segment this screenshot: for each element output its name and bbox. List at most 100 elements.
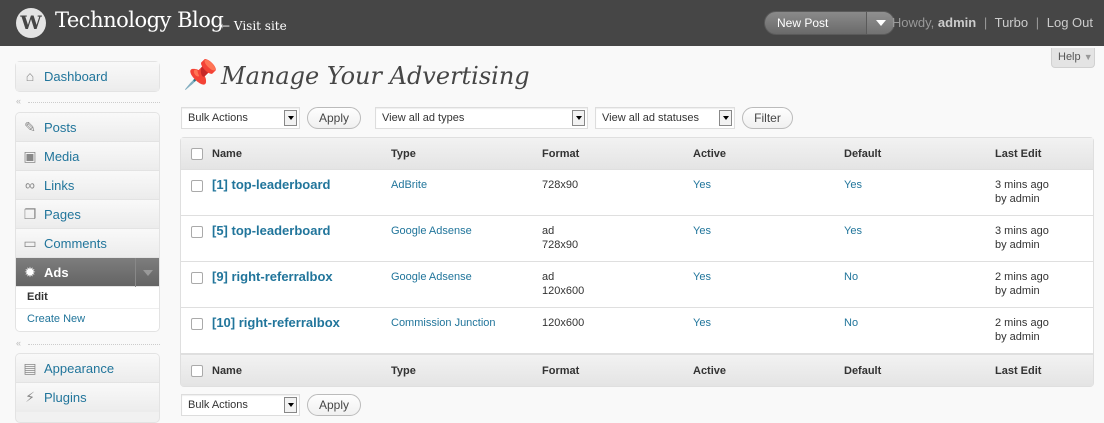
default-toggle-link[interactable]: No: [844, 316, 858, 330]
format-line: 728x90: [542, 239, 579, 251]
last-edit-author: by admin: [995, 285, 1040, 297]
appearance-menu: ▤ Appearance ⚡ Plugins: [15, 353, 160, 423]
active-toggle-link[interactable]: Yes: [693, 224, 711, 238]
ad-type-link[interactable]: Commission Junction: [391, 316, 496, 330]
select-all-checkbox[interactable]: [191, 148, 203, 160]
howdy-text: Howdy,: [891, 15, 935, 30]
table-row: [10] right-referralbox Commission Juncti…: [181, 308, 1093, 354]
last-edit-time: 3 mins ago: [995, 225, 1049, 237]
active-toggle-link[interactable]: Yes: [693, 270, 711, 284]
sidebar-item-dashboard[interactable]: ⌂ Dashboard: [16, 62, 159, 91]
page-title: Manage Your Advertising: [221, 62, 530, 90]
chevron-down-icon: [719, 110, 732, 126]
separator: |: [1035, 15, 1040, 30]
home-icon: ⌂: [25, 68, 35, 84]
column-header-name[interactable]: Name: [212, 147, 242, 161]
sidebar-item-posts[interactable]: ✎ Posts: [16, 113, 159, 142]
column-header-name[interactable]: Name: [212, 364, 242, 378]
column-header-format: Format: [542, 148, 580, 160]
format-line: 728x90: [542, 179, 579, 191]
ad-name-link[interactable]: [5] top-leaderboard: [212, 224, 330, 238]
chevron-down-icon: [876, 20, 886, 26]
row-checkbox[interactable]: [191, 272, 203, 284]
last-edit-time: 2 mins ago: [995, 271, 1049, 283]
sidebar-item-ads[interactable]: ✹ Ads: [16, 258, 159, 287]
sidebar-item-label: Posts: [44, 120, 77, 135]
wordpress-logo-icon[interactable]: W: [16, 8, 46, 38]
ad-name-link[interactable]: [1] top-leaderboard: [212, 178, 330, 192]
sidebar-item-appearance[interactable]: ▤ Appearance: [16, 354, 159, 383]
sidebar-item-media[interactable]: ▣ Media: [16, 142, 159, 171]
collapse-menu-icon[interactable]: «: [16, 96, 21, 106]
menu-separator: [28, 102, 160, 103]
column-header-default: Default: [844, 365, 882, 377]
collapse-menu-icon[interactable]: «: [16, 338, 21, 348]
sidebar-item-links[interactable]: ∞ Links: [16, 171, 159, 200]
column-header-type: Type: [391, 148, 416, 160]
ads-submenu: Edit Create New: [16, 287, 159, 331]
table-row: [9] right-referralbox Google Adsense ad 1…: [181, 262, 1093, 308]
turbo-link[interactable]: Turbo: [995, 15, 1028, 30]
favorite-actions-dropdown[interactable]: New Post: [764, 11, 895, 35]
submenu-item-edit[interactable]: Edit: [16, 287, 159, 309]
chevron-down-icon: [143, 270, 153, 276]
gear-icon: ✹: [24, 264, 36, 280]
pushpin-icon: 📌: [183, 59, 218, 90]
menu-separator: [28, 344, 160, 345]
plugin-icon: ⚡: [25, 389, 35, 405]
select-value: View all ad statuses: [602, 112, 700, 124]
last-edit-time: 3 mins ago: [995, 179, 1049, 191]
select-value: View all ad types: [382, 112, 465, 124]
help-tab[interactable]: Help ▼: [1051, 48, 1095, 68]
select-value: Bulk Actions: [188, 112, 248, 124]
user-info: Howdy, admin | Turbo | Log Out: [892, 15, 1093, 30]
pushpin-icon: ✎: [24, 119, 36, 135]
chevron-down-icon: [284, 397, 297, 413]
select-all-checkbox[interactable]: [191, 365, 203, 377]
default-toggle-link[interactable]: Yes: [844, 224, 862, 238]
ad-type-link[interactable]: Google Adsense: [391, 224, 472, 238]
ad-type-link[interactable]: AdBrite: [391, 178, 427, 192]
content-menu: ✎ Posts ▣ Media ∞ Links ❐ Pages ▭ Commen…: [15, 112, 160, 332]
sidebar-item-label: Dashboard: [44, 69, 108, 84]
bulk-actions-select[interactable]: Bulk Actions: [181, 107, 300, 129]
last-edit: 2 mins ago by admin: [995, 316, 1049, 344]
favorite-toggle-button[interactable]: [866, 12, 894, 34]
site-title[interactable]: Technology Blog: [55, 8, 224, 32]
appearance-icon: ▤: [23, 360, 37, 376]
row-checkbox[interactable]: [191, 226, 203, 238]
ad-type-filter-select[interactable]: View all ad types: [375, 107, 588, 129]
sidebar-item-comments[interactable]: ▭ Comments: [16, 229, 159, 258]
active-toggle-link[interactable]: Yes: [693, 316, 711, 330]
username-link[interactable]: admin: [938, 15, 976, 30]
apply-button[interactable]: Apply: [307, 107, 361, 129]
row-checkbox[interactable]: [191, 180, 203, 192]
ad-type-link[interactable]: Google Adsense: [391, 270, 472, 284]
ad-status-filter-select[interactable]: View all ad statuses: [595, 107, 735, 129]
apply-button-bottom[interactable]: Apply: [307, 394, 361, 416]
chevron-down-icon: [572, 110, 585, 126]
last-edit: 2 mins ago by admin: [995, 270, 1049, 298]
table-header-row: Name Type Format Active Default Last Edi…: [181, 138, 1093, 170]
submenu-item-create-new[interactable]: Create New: [16, 309, 159, 331]
row-checkbox[interactable]: [191, 318, 203, 330]
active-toggle-link[interactable]: Yes: [693, 178, 711, 192]
log-out-link[interactable]: Log Out: [1047, 15, 1093, 30]
submenu-toggle[interactable]: [135, 258, 159, 287]
default-toggle-link[interactable]: No: [844, 270, 858, 284]
table-row: [1] top-leaderboard AdBrite 728x90 Yes Y…: [181, 170, 1093, 216]
default-toggle-link[interactable]: Yes: [844, 178, 862, 192]
bulk-actions-select-bottom[interactable]: Bulk Actions: [181, 394, 300, 416]
last-edit-author: by admin: [995, 193, 1040, 205]
column-header-active: Active: [693, 148, 727, 160]
ad-name-link[interactable]: [10] right-referralbox: [212, 316, 340, 330]
last-edit-author: by admin: [995, 239, 1040, 251]
filter-button[interactable]: Filter: [742, 107, 793, 129]
ad-name-link[interactable]: [9] right-referralbox: [212, 270, 333, 284]
sidebar-item-plugins[interactable]: ⚡ Plugins: [16, 383, 159, 412]
visit-site-link[interactable]: ← Visit site: [220, 19, 287, 33]
chevron-down-icon: ▼: [1083, 52, 1093, 62]
new-post-button[interactable]: New Post: [777, 16, 828, 30]
format-line: ad: [542, 225, 555, 237]
sidebar-item-pages[interactable]: ❐ Pages: [16, 200, 159, 229]
